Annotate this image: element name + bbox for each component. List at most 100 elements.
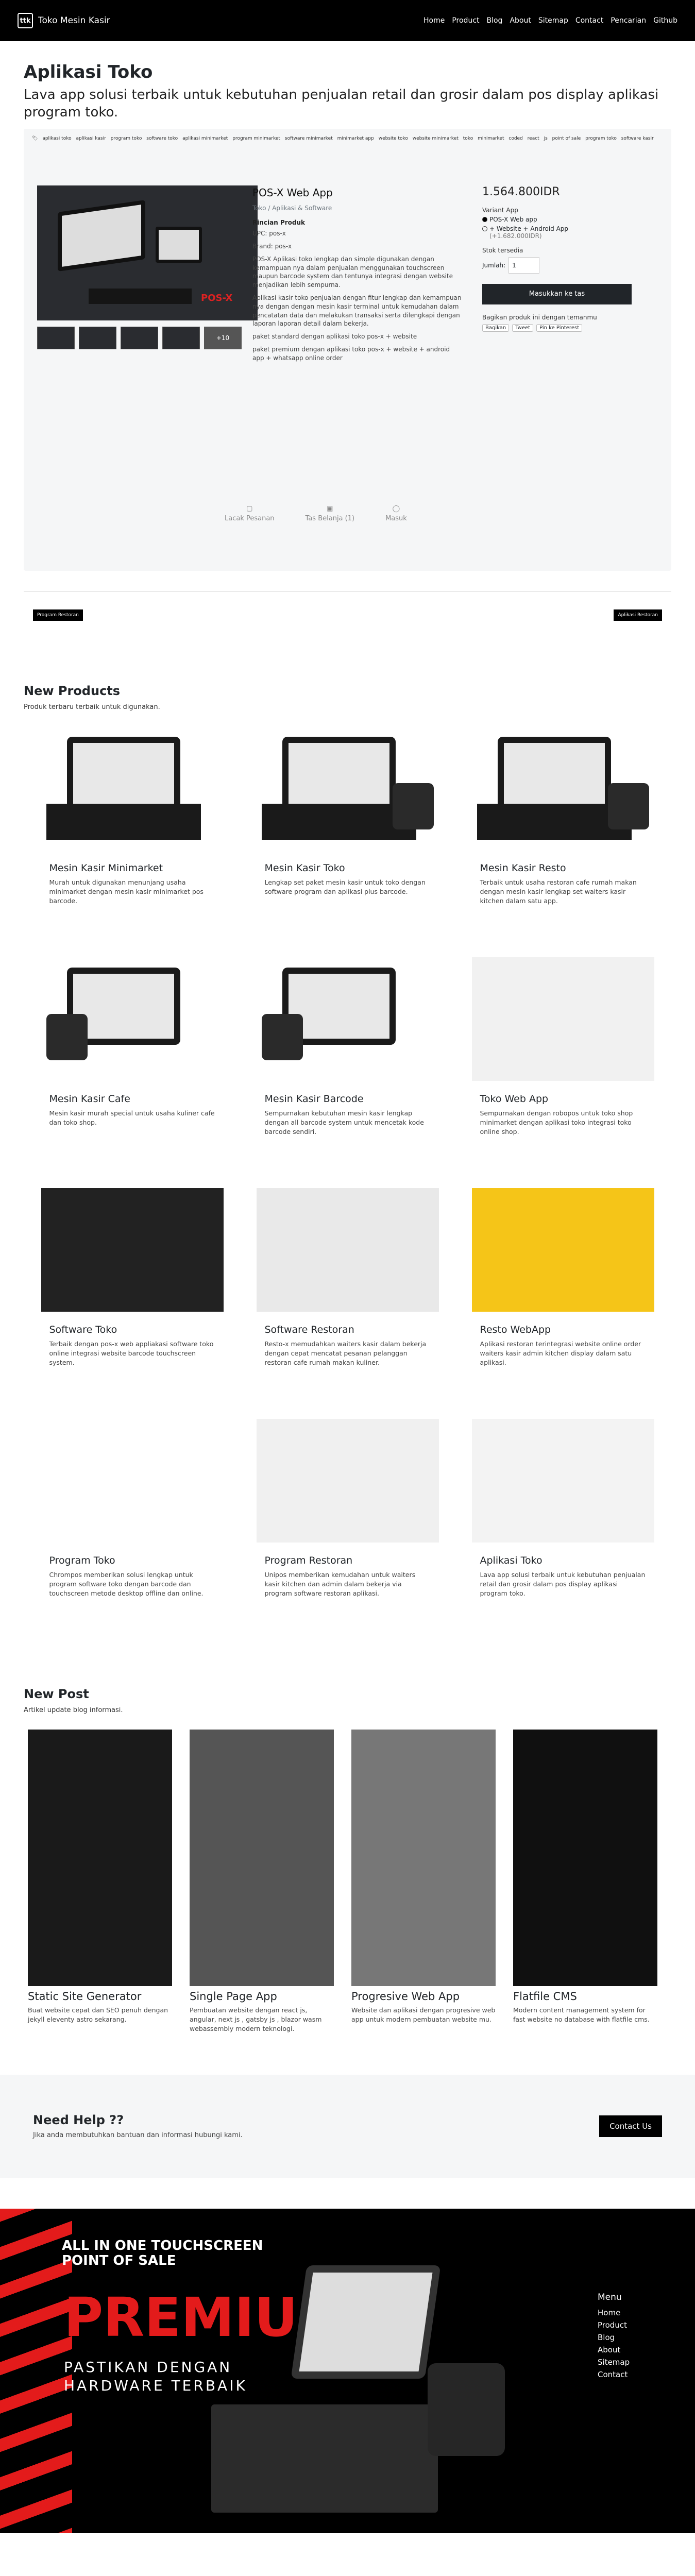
- breadcrumb-item[interactable]: Toko: [252, 205, 266, 212]
- product-main-image[interactable]: POS-X: [37, 185, 258, 320]
- breadcrumb-separator: /: [268, 204, 273, 212]
- product-card[interactable]: Mesin Kasir Minimarket Murah untuk diguna…: [41, 726, 224, 945]
- tag[interactable]: minimarket: [478, 136, 504, 141]
- new-products-section: New Products Produk terbaru terbaik untu…: [0, 684, 695, 1637]
- tag[interactable]: js: [544, 136, 548, 141]
- printer-shape: [392, 783, 434, 829]
- tag[interactable]: program toko: [111, 136, 142, 141]
- product-card[interactable]: Mesin Kasir Barcode Sempurnakan kebutuhan…: [256, 957, 439, 1176]
- pos-terminal-image: [291, 2265, 441, 2379]
- footer-link-sitemap[interactable]: Sitemap: [598, 2356, 630, 2368]
- page-subtitle: Lava app solusi terbaik untuk kebutuhan …: [24, 87, 659, 120]
- thumbnail[interactable]: [79, 326, 116, 349]
- post-card[interactable]: Progresive Web App Website dan aplikasi d…: [351, 1729, 496, 2033]
- brand[interactable]: ttk Toko Mesin Kasir: [18, 13, 110, 28]
- post-desc: Buat website cepat dan SEO penuh dengan …: [28, 2006, 168, 2023]
- post-card[interactable]: Flatfile CMS Modern content management sy…: [513, 1729, 657, 2033]
- post-image: [513, 1729, 657, 1986]
- login-label: Masuk: [385, 514, 407, 522]
- nav-link-contact[interactable]: Contact: [575, 16, 603, 25]
- product-desc: Terbaik untuk usaha restoran cafe rumah …: [480, 878, 637, 905]
- product-widget: 🏷 aplikasi toko aplikasi kasir program t…: [24, 128, 671, 571]
- tag[interactable]: program toko: [585, 136, 617, 141]
- product-desc: Resto-x memudahkan waiters kasir dalam b…: [264, 1340, 427, 1366]
- product-card[interactable]: Resto WebApp Aplikasi restoran terintegra…: [471, 1188, 654, 1406]
- post-desc: Modern content management system for fas…: [513, 2006, 650, 2023]
- section-desc: Artikel update blog informasi.: [24, 1706, 123, 1714]
- contact-us-button[interactable]: Contact Us: [599, 2115, 662, 2137]
- tag[interactable]: react: [528, 136, 539, 141]
- share-pinterest-button[interactable]: Pin ke Pinterest: [536, 324, 583, 332]
- tag-list: 🏷 aplikasi toko aplikasi kasir program t…: [24, 129, 671, 148]
- post-card[interactable]: Single Page App Pembuatan website dengan …: [190, 1729, 334, 2033]
- footer-link-blog[interactable]: Blog: [598, 2331, 630, 2344]
- nav-link-github[interactable]: Github: [653, 16, 677, 25]
- product-card[interactable]: Software Toko Terbaik dengan pos-x web ap…: [41, 1188, 224, 1406]
- breadcrumb-item[interactable]: Aplikasi & Software: [272, 205, 332, 212]
- add-to-cart-button[interactable]: Masukkan ke tas: [482, 283, 632, 304]
- thumbnail[interactable]: [121, 326, 158, 349]
- footer-link-about[interactable]: About: [598, 2344, 630, 2356]
- tag-icon: 🏷: [32, 135, 38, 141]
- tag[interactable]: coded: [508, 136, 522, 141]
- nav-link-product[interactable]: Product: [452, 16, 479, 25]
- cart-link[interactable]: ▣ Tas Belanja (1): [306, 505, 355, 522]
- product-card[interactable]: Program Toko Chrompos memberikan solusi l…: [41, 1418, 224, 1637]
- track-order-link[interactable]: ▢ Lacak Pesanan: [225, 505, 275, 522]
- next-product-button[interactable]: Aplikasi Restoran: [614, 609, 662, 621]
- tag[interactable]: software kasir: [621, 136, 654, 141]
- product-card[interactable]: Software Restoran Resto-x memudahkan wait…: [256, 1188, 439, 1406]
- product-card[interactable]: Aplikasi Toko Lava app solusi terbaik unt…: [471, 1418, 654, 1637]
- nav-link-home[interactable]: Home: [423, 16, 445, 25]
- post-card[interactable]: Static Site Generator Buat website cepat …: [28, 1729, 172, 2033]
- login-link[interactable]: ◯ Masuk: [385, 505, 407, 522]
- tag[interactable]: aplikasi kasir: [76, 136, 106, 141]
- footer-tagline: ALL IN ONE TOUCHSCREEN POINT OF SALE: [62, 2238, 263, 2268]
- footer-link-home[interactable]: Home: [598, 2307, 630, 2319]
- tag[interactable]: website minimarket: [413, 136, 459, 141]
- tag[interactable]: aplikasi minimarket: [182, 136, 228, 141]
- variant-option[interactable]: POS-X Web app: [482, 216, 632, 223]
- variant-label: Variant App: [482, 206, 518, 214]
- track-order-label: Lacak Pesanan: [225, 514, 275, 522]
- nav-link-about[interactable]: About: [510, 16, 531, 25]
- product-card[interactable]: Toko Web App Sempurnakan dengan robopos u…: [471, 957, 654, 1176]
- prev-product-button[interactable]: Program Restoran: [33, 609, 83, 621]
- post-image: [28, 1729, 172, 1986]
- footer-menu-title: Menu: [598, 2292, 622, 2302]
- tag[interactable]: point of sale: [552, 136, 581, 141]
- product-desc: Terbaik dengan pos-x web appliakasi soft…: [49, 1340, 214, 1366]
- variant-option[interactable]: + Website + Android App (+1.682.000IDR): [482, 225, 632, 240]
- product-card[interactable]: Program Restoran Unipos memberikan kemuda…: [256, 1418, 439, 1637]
- product-card[interactable]: Mesin Kasir Resto Terbaik untuk usaha res…: [471, 726, 654, 945]
- tag[interactable]: minimarket app: [337, 136, 374, 141]
- tag[interactable]: aplikasi toko: [42, 136, 71, 141]
- tag[interactable]: software toko: [146, 136, 178, 141]
- share-twitter-button[interactable]: Tweet: [512, 324, 534, 332]
- product-image: [471, 726, 654, 850]
- share-facebook-button[interactable]: Bagikan: [482, 324, 510, 332]
- printer-shape: [607, 783, 649, 829]
- product-card[interactable]: Mesin Kasir Cafe Mesin kasir murah specia…: [41, 957, 224, 1176]
- printer-image: [428, 2363, 505, 2456]
- quantity-input[interactable]: 1: [508, 257, 540, 274]
- tag[interactable]: website toko: [379, 136, 408, 141]
- thumbnail[interactable]: [37, 326, 75, 349]
- product-title: Aplikasi Toko: [480, 1554, 543, 1566]
- prev-next-row: Program Restoran Aplikasi Restoran: [33, 609, 662, 621]
- nav-link-sitemap[interactable]: Sitemap: [538, 16, 568, 25]
- nav-link-blog[interactable]: Blog: [487, 16, 503, 25]
- nav-link-search[interactable]: Pencarian: [611, 16, 646, 25]
- tag[interactable]: program minimarket: [232, 136, 280, 141]
- footer-link-contact[interactable]: Contact: [598, 2368, 630, 2381]
- tag[interactable]: software minimarket: [285, 136, 333, 141]
- footer-link-product[interactable]: Product: [598, 2319, 630, 2331]
- thumbnail-more[interactable]: +10: [204, 326, 242, 349]
- product-card[interactable]: Mesin Kasir Toko Lengkap set paket mesin …: [256, 726, 439, 945]
- tag[interactable]: toko: [463, 136, 473, 141]
- monitor-shape: [282, 736, 396, 814]
- thumbnail[interactable]: [162, 326, 200, 349]
- product-image: [256, 726, 439, 850]
- post-desc: Website dan aplikasi dengan progresive w…: [351, 2006, 496, 2023]
- post-title: Flatfile CMS: [513, 1990, 577, 2003]
